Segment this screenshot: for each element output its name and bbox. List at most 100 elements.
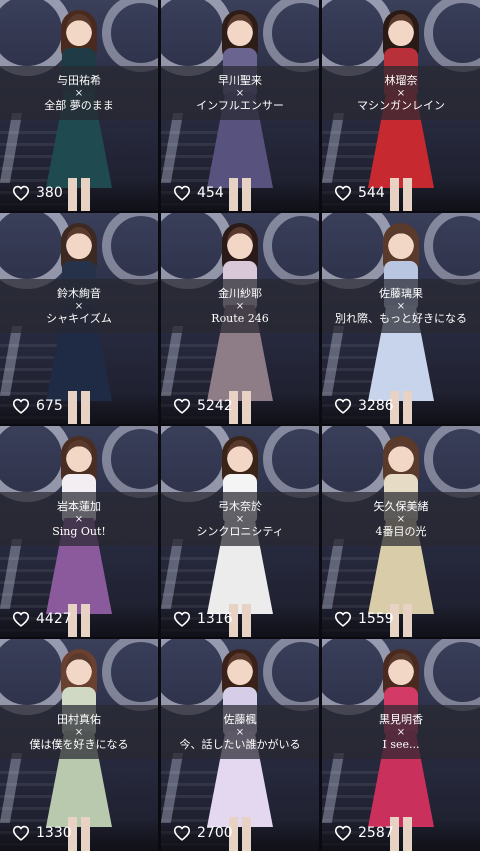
member-name: 佐藤璃果 xyxy=(379,286,423,300)
separator: × xyxy=(74,513,84,525)
member-legs xyxy=(68,178,90,211)
like-button[interactable]: 675 xyxy=(12,398,63,414)
photo-tile[interactable]: 金川紗耶 × Route 246 5242 xyxy=(161,213,319,424)
member-name: 弓木奈於 xyxy=(218,499,262,513)
photo-tile[interactable]: 田村真佑 × 僕は僕を好きになる 1330 xyxy=(0,639,158,851)
member-face xyxy=(66,227,92,259)
like-button[interactable]: 380 xyxy=(12,185,63,201)
photo-tile[interactable]: 鈴木絢音 × シャキイズム 675 xyxy=(0,213,158,424)
separator: × xyxy=(396,513,406,525)
like-button[interactable]: 1316 xyxy=(173,611,233,627)
member-face xyxy=(66,14,92,46)
like-count: 5242 xyxy=(197,398,233,414)
song-title: 別れ際、もっと好きになる xyxy=(335,311,467,325)
separator: × xyxy=(396,300,406,312)
photo-tile[interactable]: 黒見明香 × I see... 2587 xyxy=(322,639,480,851)
song-title: 全部 夢のまま xyxy=(44,98,114,112)
separator: × xyxy=(235,513,245,525)
heart-outline-icon[interactable] xyxy=(334,611,352,627)
caption-band: 鈴木絢音 × シャキイズム xyxy=(0,279,158,333)
heart-outline-icon[interactable] xyxy=(173,611,191,627)
photo-tile[interactable]: 矢久保美緒 × 4番目の光 1559 xyxy=(322,426,480,637)
member-face xyxy=(388,440,414,472)
member-legs xyxy=(68,391,90,424)
like-count: 2700 xyxy=(197,825,233,841)
caption-band: 黒見明香 × I see... xyxy=(322,705,480,759)
song-title: シャキイズム xyxy=(46,311,112,325)
photo-tile[interactable]: 岩本蓮加 × Sing Out! 4427 xyxy=(0,426,158,637)
caption-band: 田村真佑 × 僕は僕を好きになる xyxy=(0,705,158,759)
song-title: 僕は僕を好きになる xyxy=(29,737,129,751)
like-button[interactable]: 4427 xyxy=(12,611,72,627)
separator: × xyxy=(396,726,406,738)
member-face xyxy=(227,440,253,472)
like-button[interactable]: 1330 xyxy=(12,825,72,841)
song-title: シンクロニシティ xyxy=(196,524,284,538)
member-face xyxy=(66,653,92,685)
caption-band: 佐藤璃果 × 別れ際、もっと好きになる xyxy=(322,279,480,333)
member-name: 金川紗耶 xyxy=(218,286,262,300)
heart-outline-icon[interactable] xyxy=(12,611,30,627)
heart-outline-icon[interactable] xyxy=(12,825,30,841)
separator: × xyxy=(74,300,84,312)
song-title: マシンガンレイン xyxy=(357,98,445,112)
heart-outline-icon[interactable] xyxy=(173,825,191,841)
member-name: 林瑠奈 xyxy=(384,73,418,87)
member-name: 鈴木絢音 xyxy=(57,286,101,300)
like-button[interactable]: 3286 xyxy=(334,398,394,414)
member-face xyxy=(227,14,253,46)
photo-tile[interactable]: 与田祐希 × 全部 夢のまま 380 xyxy=(0,0,158,211)
member-face xyxy=(227,653,253,685)
like-count: 4427 xyxy=(36,611,72,627)
separator: × xyxy=(235,726,245,738)
heart-outline-icon[interactable] xyxy=(173,398,191,414)
caption-band: 与田祐希 × 全部 夢のまま xyxy=(0,66,158,120)
member-name: 黒見明香 xyxy=(379,712,423,726)
heart-outline-icon[interactable] xyxy=(334,398,352,414)
photo-tile[interactable]: 弓木奈於 × シンクロニシティ 1316 xyxy=(161,426,319,637)
member-name: 矢久保美緒 xyxy=(373,499,429,513)
like-button[interactable]: 2700 xyxy=(173,825,233,841)
heart-outline-icon[interactable] xyxy=(173,185,191,201)
like-count: 2587 xyxy=(358,825,394,841)
caption-band: 岩本蓮加 × Sing Out! xyxy=(0,492,158,546)
like-count: 1330 xyxy=(36,825,72,841)
member-face xyxy=(388,227,414,259)
caption-band: 弓木奈於 × シンクロニシティ xyxy=(161,492,319,546)
member-face xyxy=(66,440,92,472)
photo-tile[interactable]: 林瑠奈 × マシンガンレイン 544 xyxy=(322,0,480,211)
like-button[interactable]: 5242 xyxy=(173,398,233,414)
caption-band: 早川聖来 × インフルエンサー xyxy=(161,66,319,120)
like-button[interactable]: 454 xyxy=(173,185,224,201)
member-legs xyxy=(229,178,251,211)
song-title: 今、話したい誰かがいる xyxy=(179,737,301,751)
heart-outline-icon[interactable] xyxy=(12,185,30,201)
like-count: 380 xyxy=(36,185,63,201)
like-count: 675 xyxy=(36,398,63,414)
heart-outline-icon[interactable] xyxy=(334,825,352,841)
heart-outline-icon[interactable] xyxy=(12,398,30,414)
like-count: 454 xyxy=(197,185,224,201)
caption-band: 金川紗耶 × Route 246 xyxy=(161,279,319,333)
photo-tile[interactable]: 佐藤楓 × 今、話したい誰かがいる 2700 xyxy=(161,639,319,851)
separator: × xyxy=(235,87,245,99)
member-name: 田村真佑 xyxy=(57,712,101,726)
like-button[interactable]: 2587 xyxy=(334,825,394,841)
photo-tile[interactable]: 早川聖来 × インフルエンサー 454 xyxy=(161,0,319,211)
separator: × xyxy=(74,87,84,99)
member-name: 早川聖来 xyxy=(218,73,262,87)
like-button[interactable]: 544 xyxy=(334,185,385,201)
heart-outline-icon[interactable] xyxy=(334,185,352,201)
song-title: 4番目の光 xyxy=(375,524,427,538)
song-title: I see... xyxy=(382,737,420,751)
like-button[interactable]: 1559 xyxy=(334,611,394,627)
member-name: 与田祐希 xyxy=(57,73,101,87)
caption-band: 佐藤楓 × 今、話したい誰かがいる xyxy=(161,705,319,759)
like-count: 544 xyxy=(358,185,385,201)
like-count: 1316 xyxy=(197,611,233,627)
caption-band: 林瑠奈 × マシンガンレイン xyxy=(322,66,480,120)
member-face xyxy=(388,14,414,46)
photo-tile[interactable]: 佐藤璃果 × 別れ際、もっと好きになる 3286 xyxy=(322,213,480,424)
separator: × xyxy=(396,87,406,99)
song-title: Route 246 xyxy=(211,311,269,325)
